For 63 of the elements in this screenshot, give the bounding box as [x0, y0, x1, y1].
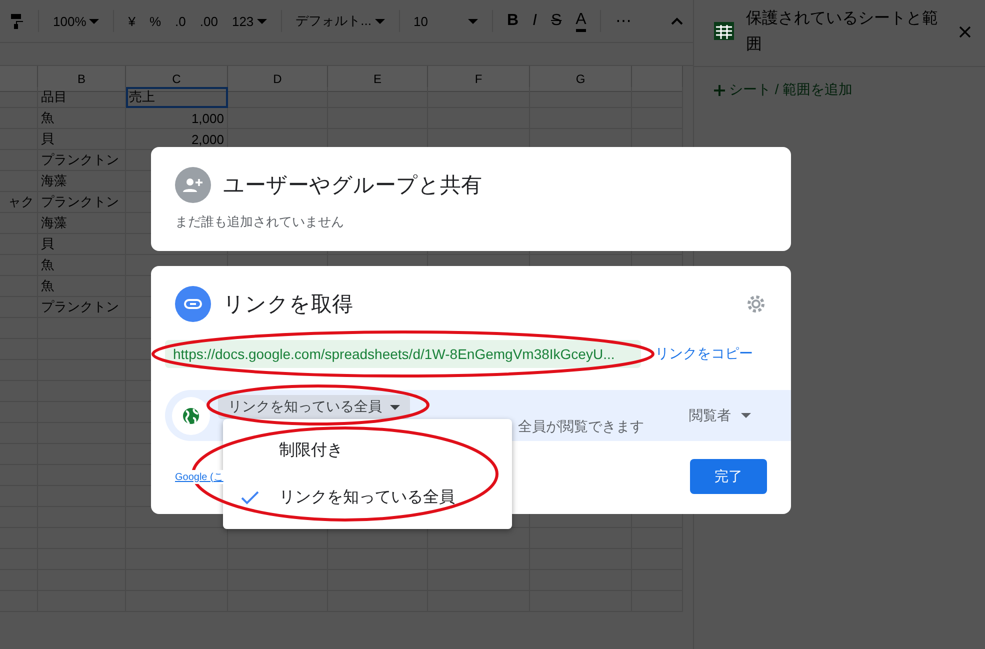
column-header[interactable]: D [228, 66, 328, 92]
plus-icon [714, 84, 725, 96]
column-header[interactable]: G [530, 66, 632, 92]
font-dropdown[interactable]: デフォルト... [296, 12, 385, 30]
table-cell: 魚 [38, 276, 126, 297]
share-subtitle: まだ誰も追加されていません [175, 213, 345, 231]
menu-item[interactable]: 制限付き [223, 427, 512, 474]
table-cell: 貝 [38, 129, 126, 150]
access-dropdown[interactable]: リンクを知っている全員 [218, 395, 410, 419]
strikethrough-button[interactable]: S [551, 12, 562, 30]
link-icon [175, 286, 211, 322]
number-format-dropdown[interactable]: 123 [232, 14, 267, 28]
table-cell: プランクトン [38, 192, 126, 213]
bold-button[interactable]: B [506, 12, 519, 30]
table-cell: 魚 [38, 108, 126, 129]
table-cell: 貝 [38, 234, 126, 255]
collapse-icon[interactable] [671, 17, 683, 25]
link-field[interactable]: https://docs.google.com/spreadsheets/d/1W-8EnGemgVm38IkGceyU... [165, 340, 641, 368]
font-size-dropdown[interactable]: 10 [414, 14, 478, 28]
menu-item[interactable]: リンクを知っている全員 [223, 474, 512, 521]
column-header[interactable]: E [328, 66, 428, 92]
percent-button[interactable]: % [149, 14, 162, 28]
caret-icon [468, 18, 478, 24]
increase-decimals-button[interactable]: .00 [200, 14, 218, 28]
decrease-decimals-button[interactable]: .0 [175, 14, 186, 28]
caret-icon [374, 18, 385, 24]
table-icon [714, 22, 734, 40]
column-header[interactable]: F [428, 66, 530, 92]
table-cell: 海藻 [38, 213, 126, 234]
globe-icon [172, 396, 210, 434]
table-cell: プランクトン [38, 297, 126, 318]
table-cell: プランクトン [38, 150, 126, 171]
share-title: ユーザーやグループと共有 [223, 173, 483, 199]
table-cell: 魚 [38, 255, 126, 276]
help-link[interactable]: Google (こ [175, 470, 224, 484]
caret-icon [390, 404, 400, 410]
check-icon [241, 490, 259, 504]
italic-button[interactable]: I [532, 12, 537, 30]
zoom-dropdown[interactable]: 100% [53, 14, 100, 28]
column-header[interactable]: B [38, 66, 126, 92]
settings-icon[interactable] [745, 293, 767, 315]
caret-icon [256, 18, 267, 24]
table-cell: 品目 [38, 87, 126, 108]
table-cell: 海藻 [38, 171, 126, 192]
paint-format-icon[interactable] [10, 13, 24, 29]
sidebar-title: 保護されているシートと範囲 [746, 8, 939, 55]
table-cell: 1,000 [126, 108, 228, 129]
copy-link[interactable]: リンクをコピー [655, 345, 753, 363]
table-cell: 売上 [126, 87, 228, 108]
caret-icon [741, 413, 751, 418]
role-dropdown[interactable]: 閲覧者 [683, 406, 757, 426]
caret-icon [89, 18, 100, 24]
add-range-button[interactable]: シート / 範囲を追加 [714, 81, 853, 99]
table-cell: ャク [0, 192, 38, 213]
close-icon[interactable] [959, 26, 971, 38]
done-button[interactable]: 完了 [690, 459, 767, 494]
link-title: リンクを取得 [223, 292, 354, 318]
access-description: 全員が閲覧できます [518, 418, 644, 436]
currency-button[interactable]: ¥ [128, 14, 136, 28]
column-header[interactable]: C [126, 66, 228, 92]
add-person-icon [175, 167, 211, 203]
more-button[interactable]: ⋯ [615, 11, 632, 31]
text-color-button[interactable]: A [576, 10, 586, 32]
